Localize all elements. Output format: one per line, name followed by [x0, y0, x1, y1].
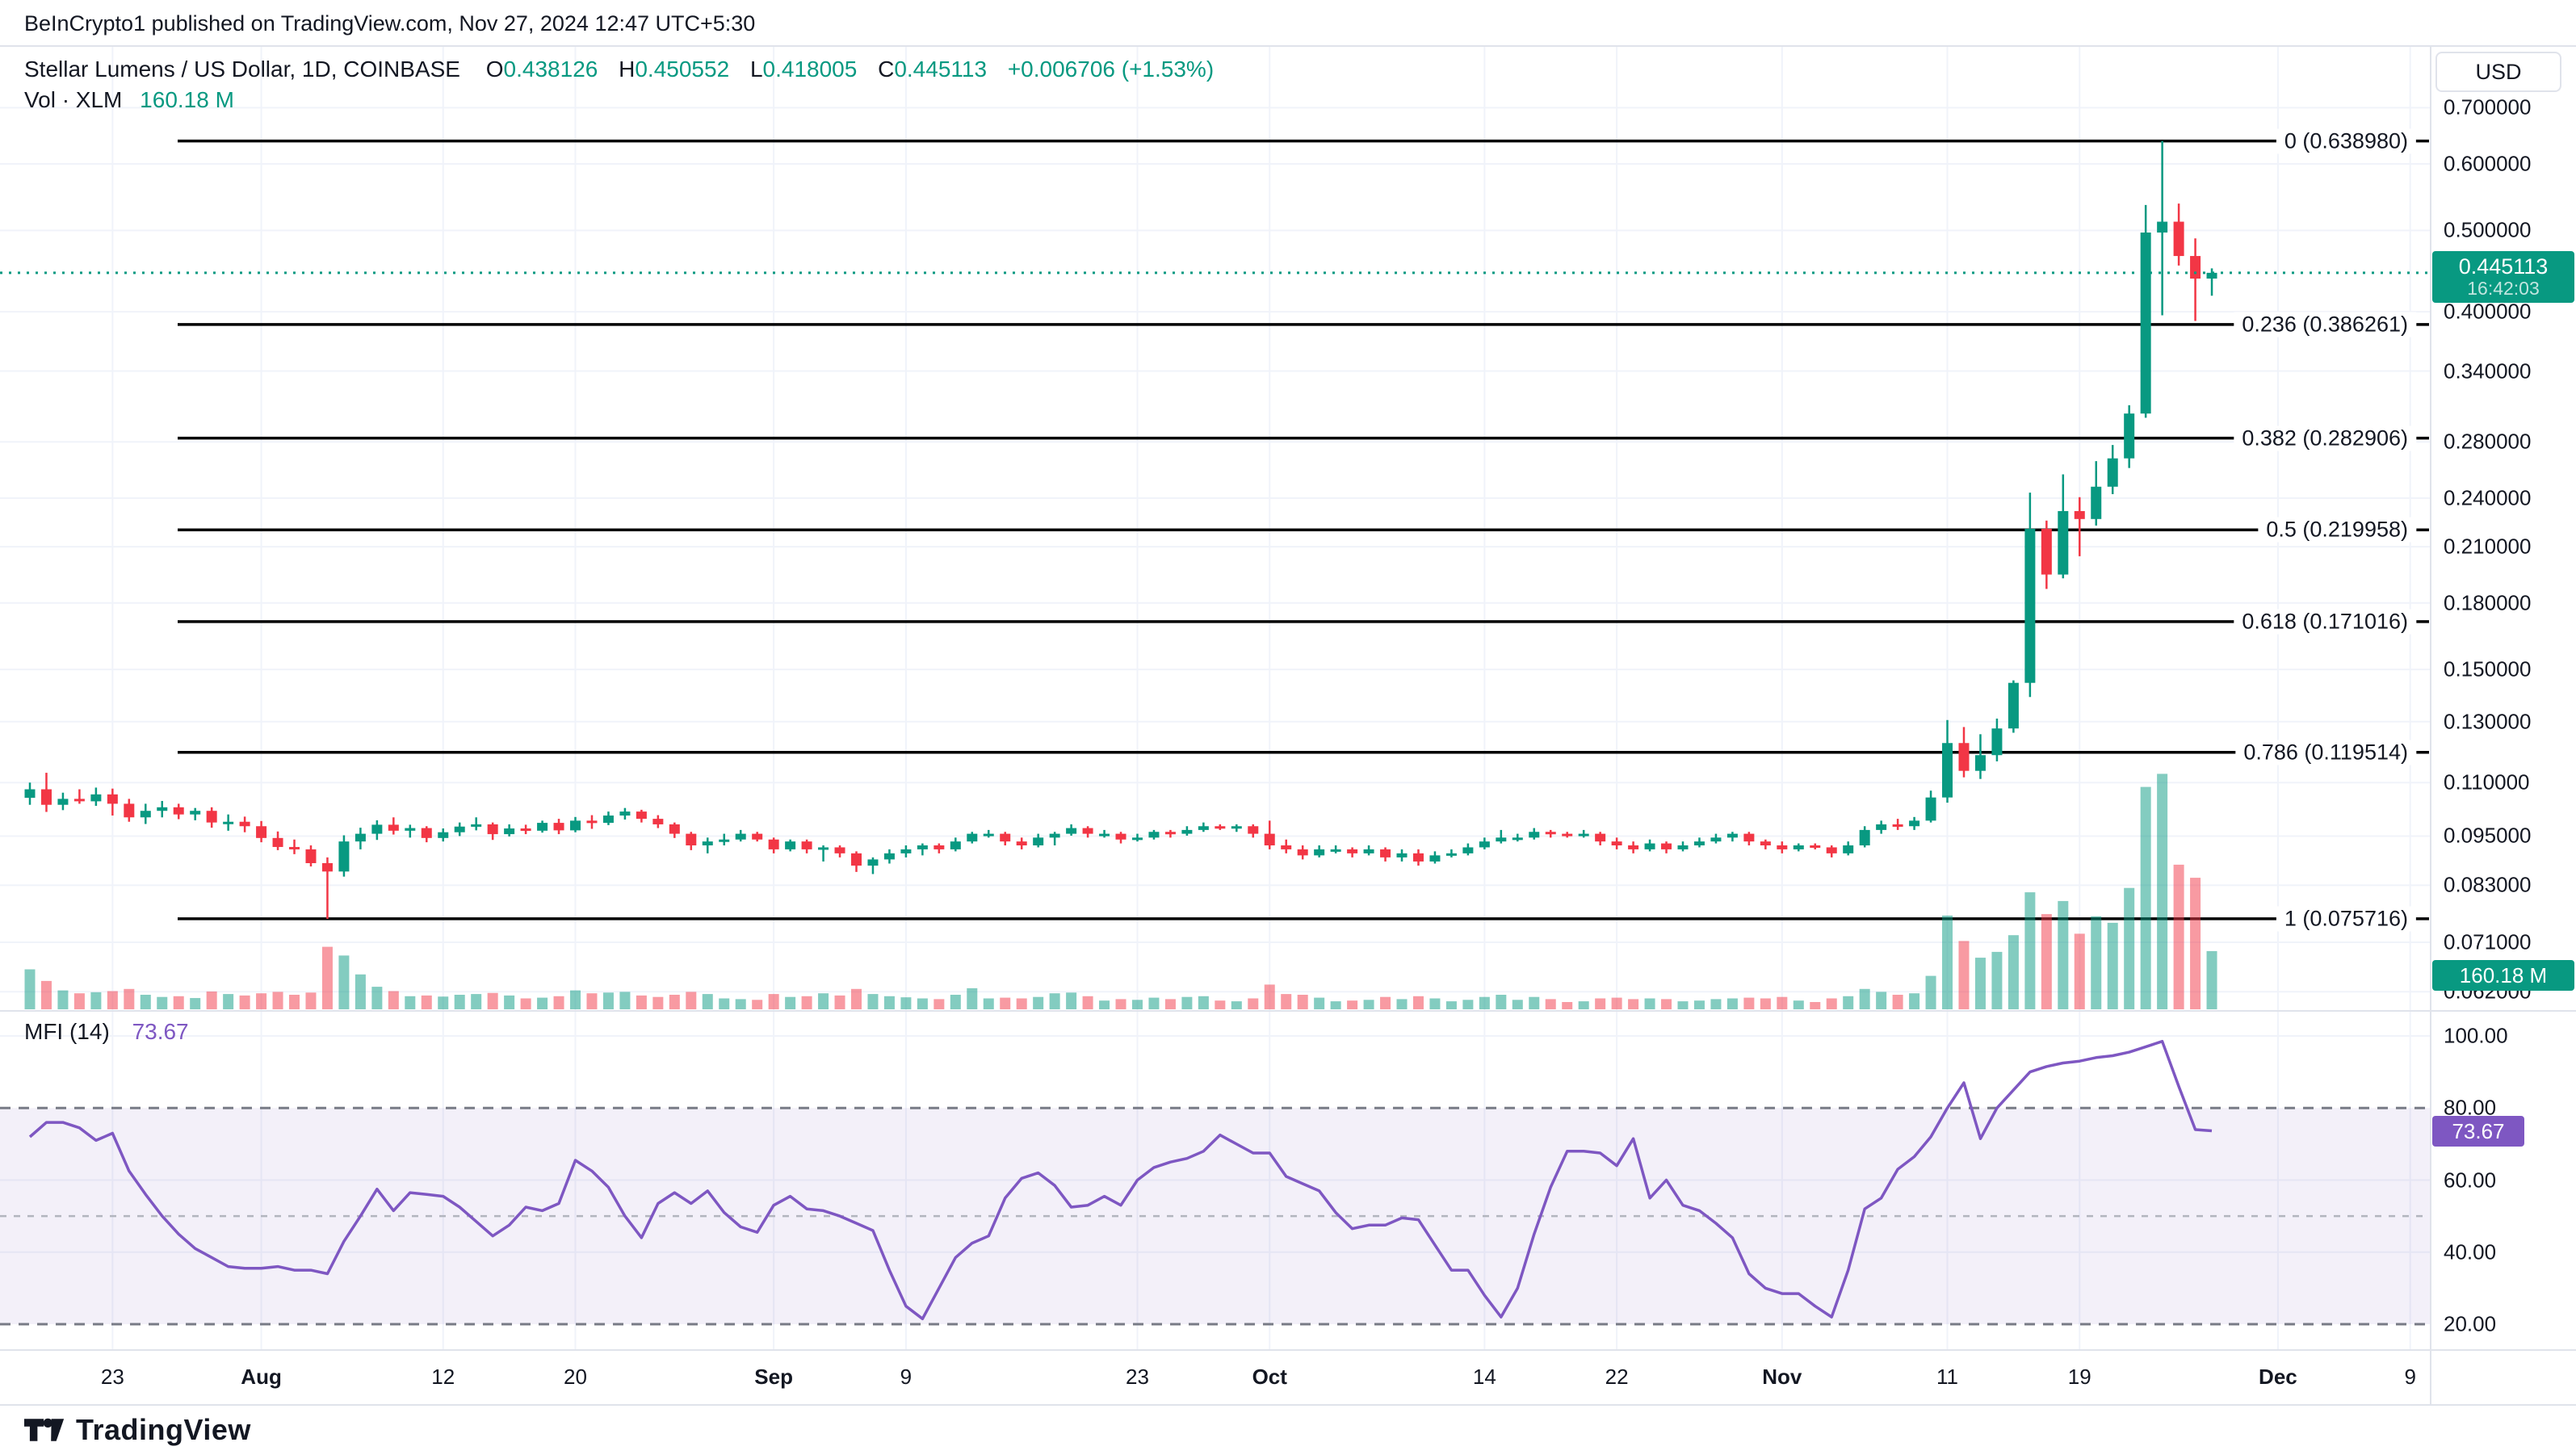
price-tick-label: 0.600000 — [2444, 152, 2531, 177]
countdown-timer: 16:42:03 — [2432, 279, 2574, 299]
volume-label: Vol · XLM — [24, 87, 122, 112]
brand-name: TradingView — [76, 1413, 251, 1447]
fib-level-label: 0.618 (0.171016) — [2234, 609, 2416, 634]
tradingview-logo-icon[interactable] — [24, 1414, 65, 1446]
price-tick-label: 0.110000 — [2444, 770, 2530, 795]
mfi-tick-label: 20.00 — [2444, 1312, 2496, 1337]
last-price-value: 0.445113 — [2432, 254, 2574, 279]
price-tick-label: 0.180000 — [2444, 590, 2531, 615]
price-tick-label: 0.280000 — [2444, 430, 2531, 455]
date-tick-label: Nov — [1762, 1365, 1802, 1390]
date-tick-label: 20 — [564, 1365, 587, 1390]
mfi-tick-label: 100.00 — [2444, 1024, 2508, 1049]
footer: TradingView — [24, 1413, 251, 1447]
date-tick-label: 23 — [1126, 1365, 1149, 1390]
mfi-tick-label: 40.00 — [2444, 1239, 2496, 1264]
symbol-legend: Stellar Lumens / US Dollar, 1D, COINBASE… — [24, 57, 1214, 82]
low-value: L0.418005 — [750, 57, 857, 82]
price-tick-label: 0.071000 — [2444, 929, 2531, 954]
mfi-label: MFI (14) — [24, 1019, 110, 1044]
price-tick-label: 0.095000 — [2444, 824, 2531, 849]
date-tick-label: 9 — [2404, 1365, 2415, 1390]
price-tick-label: 0.700000 — [2444, 95, 2531, 120]
mfi-tick-label: 60.00 — [2444, 1168, 2496, 1193]
price-tick-label: 0.500000 — [2444, 218, 2531, 243]
date-tick-label: 14 — [1473, 1365, 1496, 1390]
date-tick-label: 19 — [2068, 1365, 2091, 1390]
date-tick-label: Oct — [1252, 1365, 1287, 1390]
fib-level-label: 1 (0.075716) — [2276, 906, 2416, 931]
close-value: C0.445113 — [878, 57, 987, 82]
price-tick-label: 0.150000 — [2444, 657, 2531, 682]
time-axis[interactable] — [0, 1352, 2431, 1405]
price-tick-label: 0.340000 — [2444, 359, 2531, 384]
high-value: H0.450552 — [619, 57, 729, 82]
price-tick-label: 0.210000 — [2444, 535, 2531, 560]
symbol-title: Stellar Lumens / US Dollar, 1D, COINBASE — [24, 57, 460, 82]
price-pane[interactable] — [0, 46, 2431, 1011]
price-tick-label: 0.083000 — [2444, 873, 2531, 898]
date-tick-label: Sep — [754, 1365, 793, 1390]
volume-value: 160.18 M — [140, 87, 234, 112]
volume-legend: Vol · XLM 160.18 M — [24, 87, 234, 113]
mfi-pane[interactable] — [0, 1013, 2431, 1350]
mfi-axis-badge: 73.67 — [2432, 1116, 2524, 1147]
date-tick-label: Aug — [241, 1365, 282, 1390]
mfi-legend: MFI (14) 73.67 — [24, 1019, 189, 1045]
fib-level-label: 0.5 (0.219958) — [2258, 518, 2416, 543]
currency-toggle-button[interactable]: USD — [2435, 52, 2561, 92]
fib-level-label: 0.786 (0.119514) — [2235, 740, 2416, 765]
fib-level-label: 0.382 (0.282906) — [2234, 426, 2416, 451]
last-price-badge: 0.445113 16:42:03 — [2432, 251, 2574, 303]
chart-root: { "header": { "attribution": "BeInCrypto… — [0, 0, 2576, 1455]
mfi-value: 73.67 — [132, 1019, 189, 1044]
date-tick-label: 23 — [101, 1365, 124, 1390]
date-tick-label: 9 — [900, 1365, 912, 1390]
open-value: O0.438126 — [486, 57, 598, 82]
date-tick-label: 12 — [431, 1365, 455, 1390]
date-tick-label: 11 — [1936, 1365, 1958, 1390]
date-tick-label: Dec — [2259, 1365, 2297, 1390]
date-tick-label: 22 — [1605, 1365, 1629, 1390]
fib-level-label: 0 (0.638980) — [2276, 128, 2416, 153]
price-tick-label: 0.240000 — [2444, 485, 2531, 510]
fib-level-label: 0.236 (0.386261) — [2234, 312, 2416, 337]
change-value: +0.006706 (+1.53%) — [1008, 57, 1214, 82]
price-tick-label: 0.130000 — [2444, 709, 2531, 734]
price-tick-label: 0.400000 — [2444, 300, 2531, 325]
volume-axis-badge: 160.18 M — [2432, 960, 2574, 991]
